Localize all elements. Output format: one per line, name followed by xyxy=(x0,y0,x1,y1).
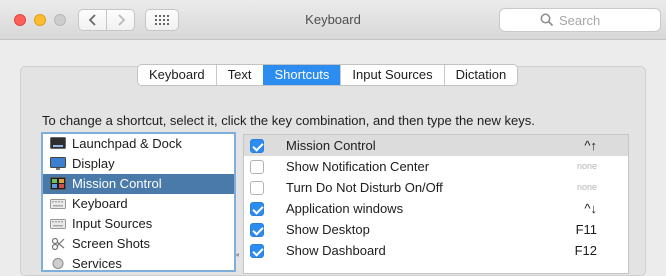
category-screen-shots[interactable]: Screen Shots xyxy=(43,234,234,254)
shortcut-row[interactable]: Show Notification Center none xyxy=(244,156,628,177)
shortcut-key[interactable]: none xyxy=(577,156,597,177)
services-icon xyxy=(52,258,64,269)
shortcut-row[interactable]: Show Dashboard F12 xyxy=(244,240,628,261)
shortcut-name: Show Dashboard xyxy=(286,243,386,258)
category-launchpad-dock[interactable]: Launchpad & Dock xyxy=(43,134,234,154)
screenshot-icon xyxy=(51,237,65,250)
category-label: Services xyxy=(72,256,122,271)
title-bar: Keyboard Search xyxy=(0,0,666,40)
search-icon xyxy=(540,13,554,27)
tab-shortcuts[interactable]: Shortcuts xyxy=(262,65,341,85)
tab-input-sources[interactable]: Input Sources xyxy=(340,65,444,85)
shortcut-key[interactable]: F11 xyxy=(576,219,597,240)
category-services[interactable]: Services xyxy=(43,254,234,271)
category-label: Mission Control xyxy=(72,176,162,191)
category-label: Screen Shots xyxy=(72,236,151,251)
category-mission-control[interactable]: Mission Control xyxy=(43,174,234,194)
display-icon xyxy=(50,157,66,170)
shortcut-row[interactable]: Mission Control ^↑ xyxy=(244,135,628,156)
tab-dictation[interactable]: Dictation xyxy=(443,65,518,85)
shortcut-checkbox[interactable] xyxy=(250,223,264,237)
category-keyboard[interactable]: Keyboard xyxy=(43,194,234,214)
launchpad-dock-icon xyxy=(50,137,66,149)
category-list: Launchpad & Dock Display Mission Control… xyxy=(41,132,236,272)
tab-bar: Keyboard Text Shortcuts Input Sources Di… xyxy=(137,64,519,86)
shortcut-row[interactable]: Show Desktop F11 xyxy=(244,219,628,240)
shortcut-key[interactable]: ^↑ xyxy=(584,135,597,156)
category-display[interactable]: Display xyxy=(43,154,234,174)
shortcut-name: Show Notification Center xyxy=(286,159,430,174)
shortcut-checkbox[interactable] xyxy=(250,202,264,216)
shortcut-key[interactable]: ^↓ xyxy=(584,198,597,219)
category-input-sources[interactable]: Input Sources xyxy=(43,214,234,234)
search-placeholder: Search xyxy=(559,13,601,28)
shortcut-name: Mission Control xyxy=(286,138,376,153)
tab-keyboard[interactable]: Keyboard xyxy=(138,65,216,85)
shortcut-row[interactable]: Turn Do Not Disturb On/Off none xyxy=(244,177,628,198)
shortcut-checkbox[interactable] xyxy=(250,139,264,153)
mission-control-icon xyxy=(50,177,66,190)
shortcut-name: Turn Do Not Disturb On/Off xyxy=(286,180,443,195)
shortcut-key[interactable]: none xyxy=(577,177,597,198)
shortcuts-table: Mission Control ^↑ Show Notification Cen… xyxy=(243,134,629,274)
category-label: Input Sources xyxy=(72,216,153,231)
instructions-text: To change a shortcut, select it, click t… xyxy=(42,113,535,128)
resize-handle[interactable]: ◂ xyxy=(235,250,241,259)
search-field[interactable]: Search xyxy=(499,8,661,32)
shortcut-checkbox[interactable] xyxy=(250,160,264,174)
keyboard-icon xyxy=(50,199,66,209)
shortcut-row[interactable]: Application windows ^↓ xyxy=(244,198,628,219)
category-label: Keyboard xyxy=(72,196,128,211)
category-label: Launchpad & Dock xyxy=(72,136,182,151)
shortcut-checkbox[interactable] xyxy=(250,181,264,195)
shortcut-name: Show Desktop xyxy=(286,222,370,237)
shortcut-name: Application windows xyxy=(286,201,404,216)
category-label: Display xyxy=(72,156,115,171)
shortcut-key[interactable]: F12 xyxy=(575,240,597,261)
input-sources-icon xyxy=(50,219,66,229)
tab-text[interactable]: Text xyxy=(215,65,263,85)
shortcut-checkbox[interactable] xyxy=(250,244,264,258)
